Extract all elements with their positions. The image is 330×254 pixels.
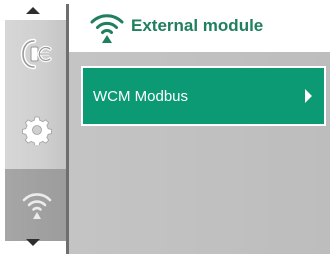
wireless-signal-icon <box>90 14 124 43</box>
sidebar-item-external-module[interactable] <box>5 169 68 241</box>
menu-item-wcm-modbus[interactable]: WCM Modbus <box>81 66 326 126</box>
pump-settings-icon <box>20 38 52 70</box>
sidebar-item-settings[interactable] <box>5 98 68 162</box>
menu-content: WCM Modbus <box>69 52 330 254</box>
page-title: External module <box>131 16 264 35</box>
sidebar <box>0 0 68 254</box>
wireless-signal-icon <box>22 193 51 219</box>
gear-icon <box>21 116 52 145</box>
scroll-down-arrow-icon[interactable] <box>26 239 40 246</box>
page-header: External module <box>69 0 330 52</box>
sidebar-item-pump-settings[interactable] <box>5 24 68 84</box>
scroll-up-arrow-icon[interactable] <box>26 7 40 14</box>
sidebar-panel <box>5 20 68 241</box>
external-module-screen: External module WCM Modbus <box>0 0 330 254</box>
chevron-right-icon <box>305 89 312 103</box>
menu-item-label: WCM Modbus <box>93 88 189 105</box>
